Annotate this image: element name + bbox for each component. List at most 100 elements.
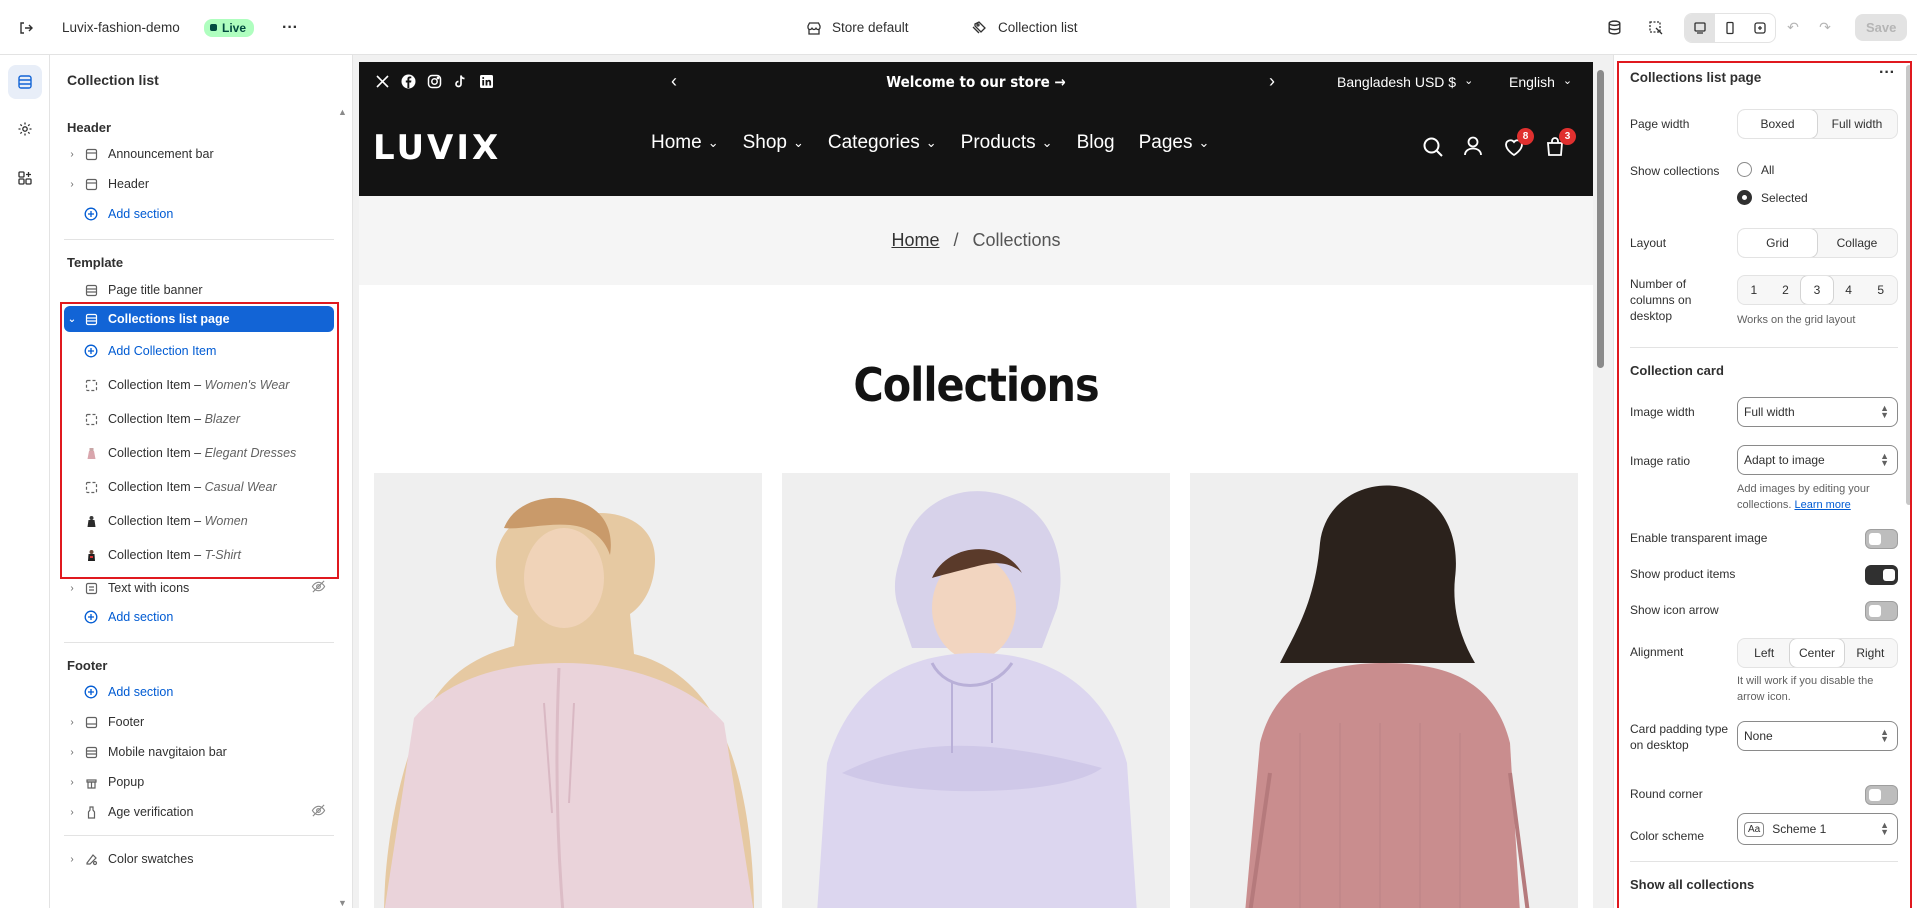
desktop-icon[interactable] xyxy=(1685,13,1715,42)
chevron-right-icon[interactable]: › xyxy=(64,149,80,160)
settings-icon[interactable] xyxy=(8,112,42,146)
fullscreen-icon[interactable] xyxy=(1745,14,1775,42)
columns-option[interactable]: 4 xyxy=(1833,276,1865,304)
columns-option[interactable]: 5 xyxy=(1864,276,1897,304)
show-product-items-label: Show product items xyxy=(1630,567,1736,581)
account-icon[interactable] xyxy=(1462,135,1484,157)
transparent-image-toggle[interactable] xyxy=(1865,529,1898,549)
breadcrumb-home-link[interactable]: Home xyxy=(891,230,939,251)
announcement-text[interactable]: Welcome to our store xyxy=(886,73,1050,91)
block-placeholder-icon xyxy=(80,413,102,426)
sections-icon[interactable] xyxy=(8,65,42,99)
nav-item-products[interactable]: Products ⌄ xyxy=(961,132,1053,154)
store-logo[interactable]: LUVIX xyxy=(373,128,501,168)
collection-item-row[interactable]: Collection Item – Blazer xyxy=(80,406,334,432)
chevron-right-icon[interactable]: › xyxy=(64,717,80,728)
round-corner-toggle[interactable] xyxy=(1865,785,1898,805)
layout-grid-option[interactable]: Grid xyxy=(1738,229,1817,257)
exit-icon[interactable] xyxy=(16,0,36,55)
tree-item-footer[interactable]: › Footer xyxy=(64,709,334,735)
eye-hidden-icon[interactable] xyxy=(311,803,326,821)
tree-item-label: Popup xyxy=(108,775,145,789)
learn-more-link[interactable]: Learn more xyxy=(1794,499,1850,511)
tree-item-page-title-banner[interactable]: Page title banner xyxy=(64,277,334,303)
color-scheme-select[interactable]: Aa Scheme 1 ▲ ▼ xyxy=(1737,813,1898,845)
image-width-select[interactable]: Full width ▲ ▼ xyxy=(1737,397,1898,427)
live-label: Live xyxy=(222,20,247,35)
image-ratio-select[interactable]: Adapt to image ▲ ▼ xyxy=(1737,445,1898,475)
collection-item-row[interactable]: Collection Item – Women's Wear xyxy=(80,372,334,398)
chevron-right-icon[interactable]: › xyxy=(64,854,80,865)
page-width-segmented: Boxed Full width xyxy=(1737,109,1898,139)
tree-item-collections-list-page[interactable]: ⌄ Collections list page xyxy=(64,306,334,332)
columns-option[interactable]: 3 xyxy=(1801,276,1833,304)
chevron-down-icon[interactable]: ⌄ xyxy=(64,314,80,325)
eye-hidden-icon[interactable] xyxy=(311,579,326,597)
add-collection-item-button[interactable]: Add Collection Item xyxy=(80,338,334,364)
page-width-full-option[interactable]: Full width xyxy=(1817,110,1897,138)
alignment-center-option[interactable]: Center xyxy=(1790,639,1844,667)
redo-icon[interactable]: ↷ xyxy=(1816,0,1834,55)
collection-card[interactable] xyxy=(374,473,762,908)
store-context-button[interactable]: Store default xyxy=(806,0,909,55)
chevron-right-icon[interactable]: › xyxy=(64,777,80,788)
layout-collage-option[interactable]: Collage xyxy=(1817,229,1897,257)
collection-item-row[interactable]: Collection Item – Women xyxy=(80,508,334,534)
preview-scrollbar[interactable] xyxy=(1595,62,1606,908)
tree-item-announcement-bar[interactable]: › Announcement bar xyxy=(64,141,334,167)
collection-card[interactable] xyxy=(782,473,1170,908)
chevron-right-icon[interactable]: › xyxy=(64,747,80,758)
collection-item-row[interactable]: Collection Item – Casual Wear xyxy=(80,474,334,500)
show-collections-all-radio[interactable]: All xyxy=(1737,162,1774,177)
announcement-next-icon[interactable]: › xyxy=(1269,71,1275,92)
undo-icon[interactable]: ↶ xyxy=(1784,0,1802,55)
mobile-icon[interactable] xyxy=(1715,14,1745,42)
add-section-label: Add section xyxy=(108,685,174,699)
show-product-items-toggle[interactable] xyxy=(1865,565,1898,585)
nav-item-blog[interactable]: Blog xyxy=(1077,132,1115,154)
preview-scroll-thumb[interactable] xyxy=(1597,70,1604,368)
page-context-button[interactable]: Collection list xyxy=(972,0,1078,55)
scroll-up-icon[interactable]: ▲ xyxy=(338,107,347,117)
save-button[interactable]: Save xyxy=(1855,14,1908,41)
more-options-icon[interactable]: ··· xyxy=(1879,64,1895,82)
card-padding-select[interactable]: None ▲ ▼ xyxy=(1737,721,1898,751)
theme-database-icon[interactable] xyxy=(1604,0,1624,55)
settings-scroll-thumb[interactable] xyxy=(1906,65,1912,505)
page-width-boxed-option[interactable]: Boxed xyxy=(1738,110,1817,138)
columns-option[interactable]: 2 xyxy=(1770,276,1802,304)
collection-item-row[interactable]: Collection Item – Elegant Dresses xyxy=(80,440,334,466)
tree-item-text-with-icons[interactable]: › Text with icons xyxy=(64,575,334,601)
chevron-right-icon[interactable]: › xyxy=(64,807,80,818)
alignment-left-option[interactable]: Left xyxy=(1738,639,1790,667)
inspector-icon[interactable] xyxy=(1646,0,1666,55)
apps-icon[interactable] xyxy=(8,161,42,195)
language-selector[interactable]: English ⌄ xyxy=(1509,74,1572,90)
tree-item-color-swatches[interactable]: › Color swatches xyxy=(64,846,334,872)
columns-option[interactable]: 1 xyxy=(1738,276,1770,304)
scroll-down-icon[interactable]: ▼ xyxy=(338,898,347,908)
nav-item-home[interactable]: Home ⌄ xyxy=(651,132,719,154)
tree-item-popup[interactable]: › Popup xyxy=(64,769,334,795)
collection-item-row[interactable]: Collection Item – T-Shirt xyxy=(80,542,334,568)
header-add-section-button[interactable]: Add section xyxy=(64,201,334,227)
add-collection-item-label: Add Collection Item xyxy=(108,344,217,358)
nav-item-shop[interactable]: Shop ⌄ xyxy=(743,132,804,154)
chevron-right-icon[interactable]: › xyxy=(64,179,80,190)
footer-add-section-button[interactable]: Add section xyxy=(64,679,334,705)
section-icon xyxy=(80,746,102,759)
nav-item-categories[interactable]: Categories ⌄ xyxy=(828,132,937,154)
more-actions-button[interactable]: ··· xyxy=(282,0,298,55)
alignment-right-option[interactable]: Right xyxy=(1844,639,1897,667)
tree-item-header[interactable]: › Header xyxy=(64,171,334,197)
show-collections-selected-radio[interactable]: Selected xyxy=(1737,190,1808,205)
search-icon[interactable] xyxy=(1422,136,1444,158)
tree-item-age-verification[interactable]: › Age verification xyxy=(64,799,334,825)
template-add-section-button[interactable]: Add section xyxy=(64,604,334,630)
tree-item-mobile-navigation-bar[interactable]: › Mobile navgitaion bar xyxy=(64,739,334,765)
show-icon-arrow-toggle[interactable] xyxy=(1865,601,1898,621)
nav-item-pages[interactable]: Pages ⌄ xyxy=(1139,132,1210,154)
collection-card[interactable] xyxy=(1190,473,1578,908)
currency-selector[interactable]: Bangladesh USD $ ⌄ xyxy=(1337,74,1473,90)
chevron-right-icon[interactable]: › xyxy=(64,583,80,594)
